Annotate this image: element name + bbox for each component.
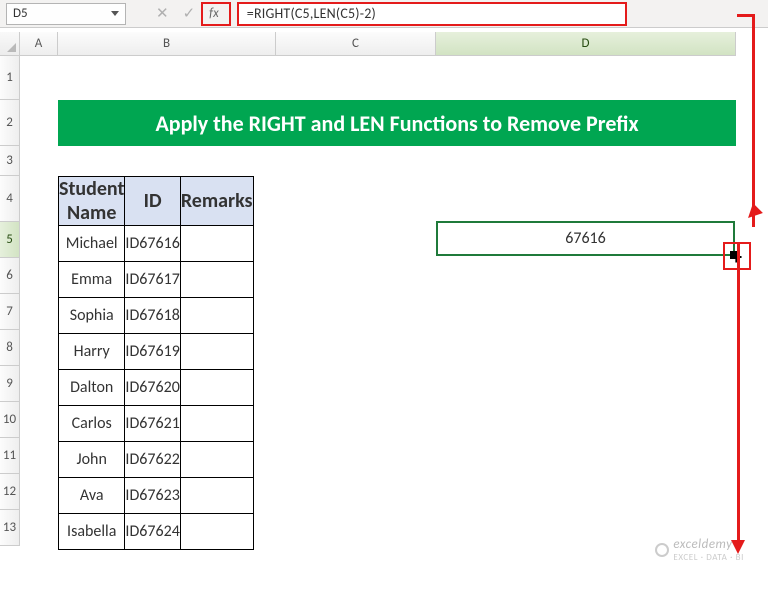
column-headers: A B C D	[20, 32, 736, 56]
select-all-corner[interactable]	[0, 32, 20, 56]
row-header-12[interactable]: 12	[0, 474, 20, 510]
row-header-9[interactable]: 9	[0, 366, 20, 402]
name-box[interactable]: D5	[6, 3, 126, 25]
col-header-a[interactable]: A	[20, 32, 58, 56]
header-id[interactable]: ID	[125, 177, 180, 226]
cell-id[interactable]: ID67622	[125, 442, 180, 478]
cell-remarks[interactable]	[180, 406, 253, 442]
cell-name[interactable]: Ava	[59, 478, 125, 514]
fx-icon[interactable]: fx	[209, 6, 219, 21]
cell-id[interactable]: ID67620	[125, 370, 180, 406]
table-row: EmmaID67617	[59, 262, 254, 298]
cancel-icon[interactable]: ✕	[156, 4, 169, 23]
row-header-8[interactable]: 8	[0, 330, 20, 366]
cell-remarks[interactable]	[180, 226, 253, 262]
name-box-value: D5	[13, 6, 28, 21]
cell-remarks[interactable]	[180, 334, 253, 370]
title-banner: Apply the RIGHT and LEN Functions to Rem…	[58, 100, 736, 146]
title-text: Apply the RIGHT and LEN Functions to Rem…	[155, 110, 638, 137]
formula-text: =RIGHT(C5,LEN(C5)-2)	[247, 5, 376, 22]
fx-controls: ✕ ✓	[156, 4, 195, 23]
cell-name[interactable]: Carlos	[59, 406, 125, 442]
row-header-6[interactable]: 6	[0, 258, 20, 294]
table-row: MichaelID67616	[59, 226, 254, 262]
row-header-11[interactable]: 11	[0, 438, 20, 474]
formula-bar[interactable]: =RIGHT(C5,LEN(C5)-2)	[237, 2, 627, 26]
chevron-down-icon[interactable]	[111, 11, 119, 16]
table-row: SophiaID67618	[59, 298, 254, 334]
worksheet-grid[interactable]: A B C D 1 2 3 4 5 6 7 8 9 10 11 12 13 Ap…	[0, 32, 768, 612]
cell-remarks[interactable]	[180, 298, 253, 334]
table-row: DaltonID67620	[59, 370, 254, 406]
table-row: HarryID67619	[59, 334, 254, 370]
cell-id[interactable]: ID67619	[125, 334, 180, 370]
cell-id[interactable]: ID67618	[125, 298, 180, 334]
header-name[interactable]: Student Name	[59, 177, 125, 226]
logo-icon	[655, 543, 669, 557]
cell-remarks[interactable]	[180, 478, 253, 514]
watermark-tag: EXCEL · DATA · BI	[673, 552, 744, 563]
row-header-2[interactable]: 2	[0, 100, 20, 146]
annotation-arrow	[737, 244, 740, 544]
row-header-13[interactable]: 13	[0, 510, 20, 546]
table-row: CarlosID67621	[59, 406, 254, 442]
selected-cell-d5[interactable]: 67616	[436, 221, 735, 256]
row-header-4[interactable]: 4	[0, 176, 20, 222]
enter-icon[interactable]: ✓	[183, 4, 196, 23]
cell-name[interactable]: Harry	[59, 334, 125, 370]
col-header-c[interactable]: C	[276, 32, 436, 56]
cell-id[interactable]: ID67623	[125, 478, 180, 514]
cell-id[interactable]: ID67621	[125, 406, 180, 442]
cell-id[interactable]: ID67616	[125, 226, 180, 262]
fx-label-box: fx	[201, 2, 231, 26]
cell-id[interactable]: ID67617	[125, 262, 180, 298]
cell-name[interactable]: Sophia	[59, 298, 125, 334]
col-header-d[interactable]: D	[436, 32, 736, 56]
annotation-arrow	[752, 224, 755, 227]
cell-name[interactable]: Michael	[59, 226, 125, 262]
row-header-7[interactable]: 7	[0, 294, 20, 330]
table-row: JohnID67622	[59, 442, 254, 478]
cell-remarks[interactable]	[180, 262, 253, 298]
row-header-5[interactable]: 5	[0, 222, 20, 258]
data-table: Student Name ID Remarks MichaelID67616Em…	[58, 176, 254, 550]
cell-name[interactable]: Isabella	[59, 514, 125, 550]
cell-name[interactable]: Dalton	[59, 370, 125, 406]
cell-remarks[interactable]	[180, 442, 253, 478]
table-row: IsabellaID67624	[59, 514, 254, 550]
cell-id[interactable]: ID67624	[125, 514, 180, 550]
row-header-1[interactable]: 1	[0, 56, 20, 100]
col-header-b[interactable]: B	[58, 32, 276, 56]
watermark: exceldemy EXCEL · DATA · BI	[655, 537, 744, 563]
table-header-row: Student Name ID Remarks	[59, 177, 254, 226]
formula-bar-row: D5 ✕ ✓ fx =RIGHT(C5,LEN(C5)-2)	[0, 0, 768, 28]
header-remarks[interactable]: Remarks	[180, 177, 253, 226]
cell-name[interactable]: Emma	[59, 262, 125, 298]
selected-cell-value: 67616	[565, 229, 606, 248]
cell-name[interactable]: John	[59, 442, 125, 478]
row-header-10[interactable]: 10	[0, 402, 20, 438]
cell-remarks[interactable]	[180, 370, 253, 406]
row-headers: 1 2 3 4 5 6 7 8 9 10 11 12 13	[0, 56, 20, 546]
annotation-arrow	[752, 14, 755, 224]
cell-remarks[interactable]	[180, 514, 253, 550]
watermark-brand: exceldemy	[673, 537, 732, 552]
row-header-3[interactable]: 3	[0, 146, 20, 176]
table-row: AvaID67623	[59, 478, 254, 514]
